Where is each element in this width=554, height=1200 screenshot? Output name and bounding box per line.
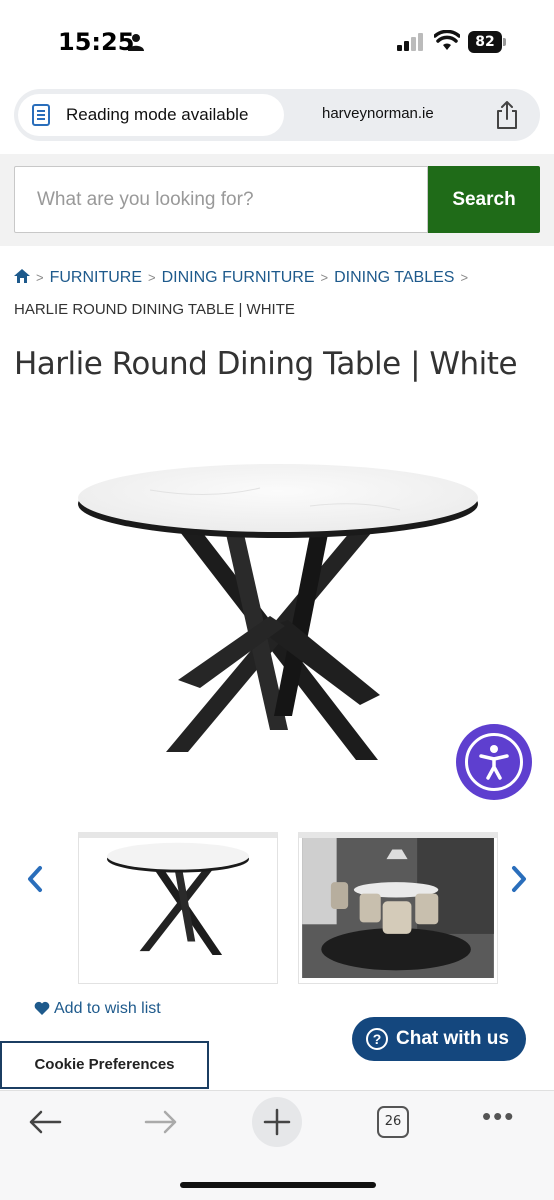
url-domain[interactable]: harveynorman.ie	[322, 105, 434, 122]
search-bar: What are you looking for? Search	[0, 154, 554, 246]
breadcrumb-current: HARLIE ROUND DINING TABLE | WHITE	[14, 301, 295, 318]
chevron-right-icon: >	[320, 270, 329, 285]
product-image[interactable]	[60, 430, 500, 790]
search-button[interactable]: Search	[428, 166, 540, 233]
url-bar[interactable]: Reading mode available harveynorman.ie	[14, 89, 540, 141]
forward-arrow-icon[interactable]	[144, 1109, 178, 1135]
page-title: Harlie Round Dining Table | White	[14, 346, 518, 382]
back-arrow-icon[interactable]	[28, 1109, 62, 1135]
battery-icon: 82	[468, 31, 506, 53]
tabs-icon[interactable]: 26	[377, 1106, 409, 1138]
status-bar: 15:25 82	[0, 0, 554, 80]
chat-button[interactable]: ? Chat with us	[352, 1017, 526, 1061]
add-to-wishlist-link[interactable]: Add to wish list	[34, 1000, 161, 1018]
chevron-right-icon: >	[148, 270, 156, 285]
reading-mode-icon	[32, 104, 50, 126]
breadcrumb-furniture[interactable]: FURNITURE	[50, 269, 142, 286]
signal-icon	[397, 33, 423, 51]
thumbnail-table-image	[107, 842, 249, 955]
chevron-right-icon: >	[36, 270, 44, 285]
accessibility-button[interactable]	[456, 724, 532, 800]
chevron-right-icon[interactable]	[506, 862, 532, 896]
breadcrumb: > FURNITURE > DINING FURNITURE > DINING TABLE…	[14, 262, 544, 326]
reading-mode-label: Reading mode available	[66, 105, 249, 124]
breadcrumb-dining-tables[interactable]: DINING TABLES	[334, 269, 454, 286]
thumbnail-2[interactable]	[298, 832, 498, 984]
status-time: 15:25	[58, 28, 135, 56]
home-icon[interactable]	[14, 269, 30, 283]
breadcrumb-dining-furniture[interactable]: DINING FURNITURE	[162, 269, 315, 286]
search-input[interactable]: What are you looking for?	[14, 166, 428, 233]
wifi-icon	[434, 30, 460, 50]
reading-mode-button[interactable]: Reading mode available	[18, 94, 284, 136]
new-tab-button[interactable]	[252, 1097, 302, 1147]
person-icon	[128, 34, 144, 51]
thumbnail-1[interactable]	[78, 832, 278, 984]
share-icon[interactable]	[494, 100, 520, 130]
chat-label: Chat with us	[396, 1028, 509, 1049]
cookie-preferences-button[interactable]: Cookie Preferences	[0, 1041, 209, 1089]
more-icon[interactable]: •••	[482, 1103, 516, 1135]
home-indicator	[180, 1182, 376, 1188]
chevron-right-icon: >	[460, 270, 469, 285]
heart-icon	[34, 1001, 50, 1015]
thumbnail-room-image	[302, 838, 494, 978]
battery-level: 82	[468, 31, 502, 53]
help-circle-icon: ?	[366, 1028, 388, 1050]
accessibility-icon	[479, 745, 509, 780]
plus-icon	[263, 1108, 291, 1136]
chevron-left-icon[interactable]	[22, 862, 48, 896]
wishlist-label: Add to wish list	[54, 1000, 161, 1017]
